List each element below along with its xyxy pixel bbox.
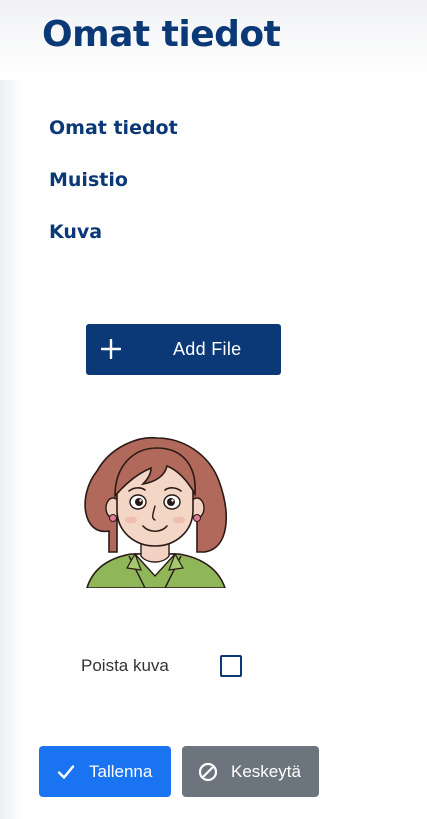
save-label: Tallenna [89, 762, 153, 781]
nav-item-omat-tiedot[interactable]: Omat tiedot [49, 116, 178, 141]
profile-image [79, 436, 231, 589]
nav-item-kuva[interactable]: Kuva [49, 220, 178, 245]
ban-icon [198, 762, 218, 782]
delete-image-label: Poista kuva [81, 656, 169, 675]
check-icon [56, 762, 76, 782]
delete-image-checkbox[interactable] [220, 655, 242, 677]
add-file-label: Add File [173, 339, 242, 359]
nav-item-muistio[interactable]: Muistio [49, 168, 178, 193]
page-title: Omat tiedot [42, 14, 281, 55]
sidebar-edge [0, 0, 20, 819]
save-button[interactable]: Tallenna [39, 746, 171, 797]
cancel-button[interactable]: Keskeytä [182, 746, 319, 797]
add-file-button[interactable]: Add File [86, 324, 281, 375]
page: Omat tiedot Omat tiedot Muistio Kuva Add… [0, 0, 427, 819]
cancel-label: Keskeytä [231, 762, 301, 781]
section-nav: Omat tiedot Muistio Kuva [49, 116, 178, 272]
